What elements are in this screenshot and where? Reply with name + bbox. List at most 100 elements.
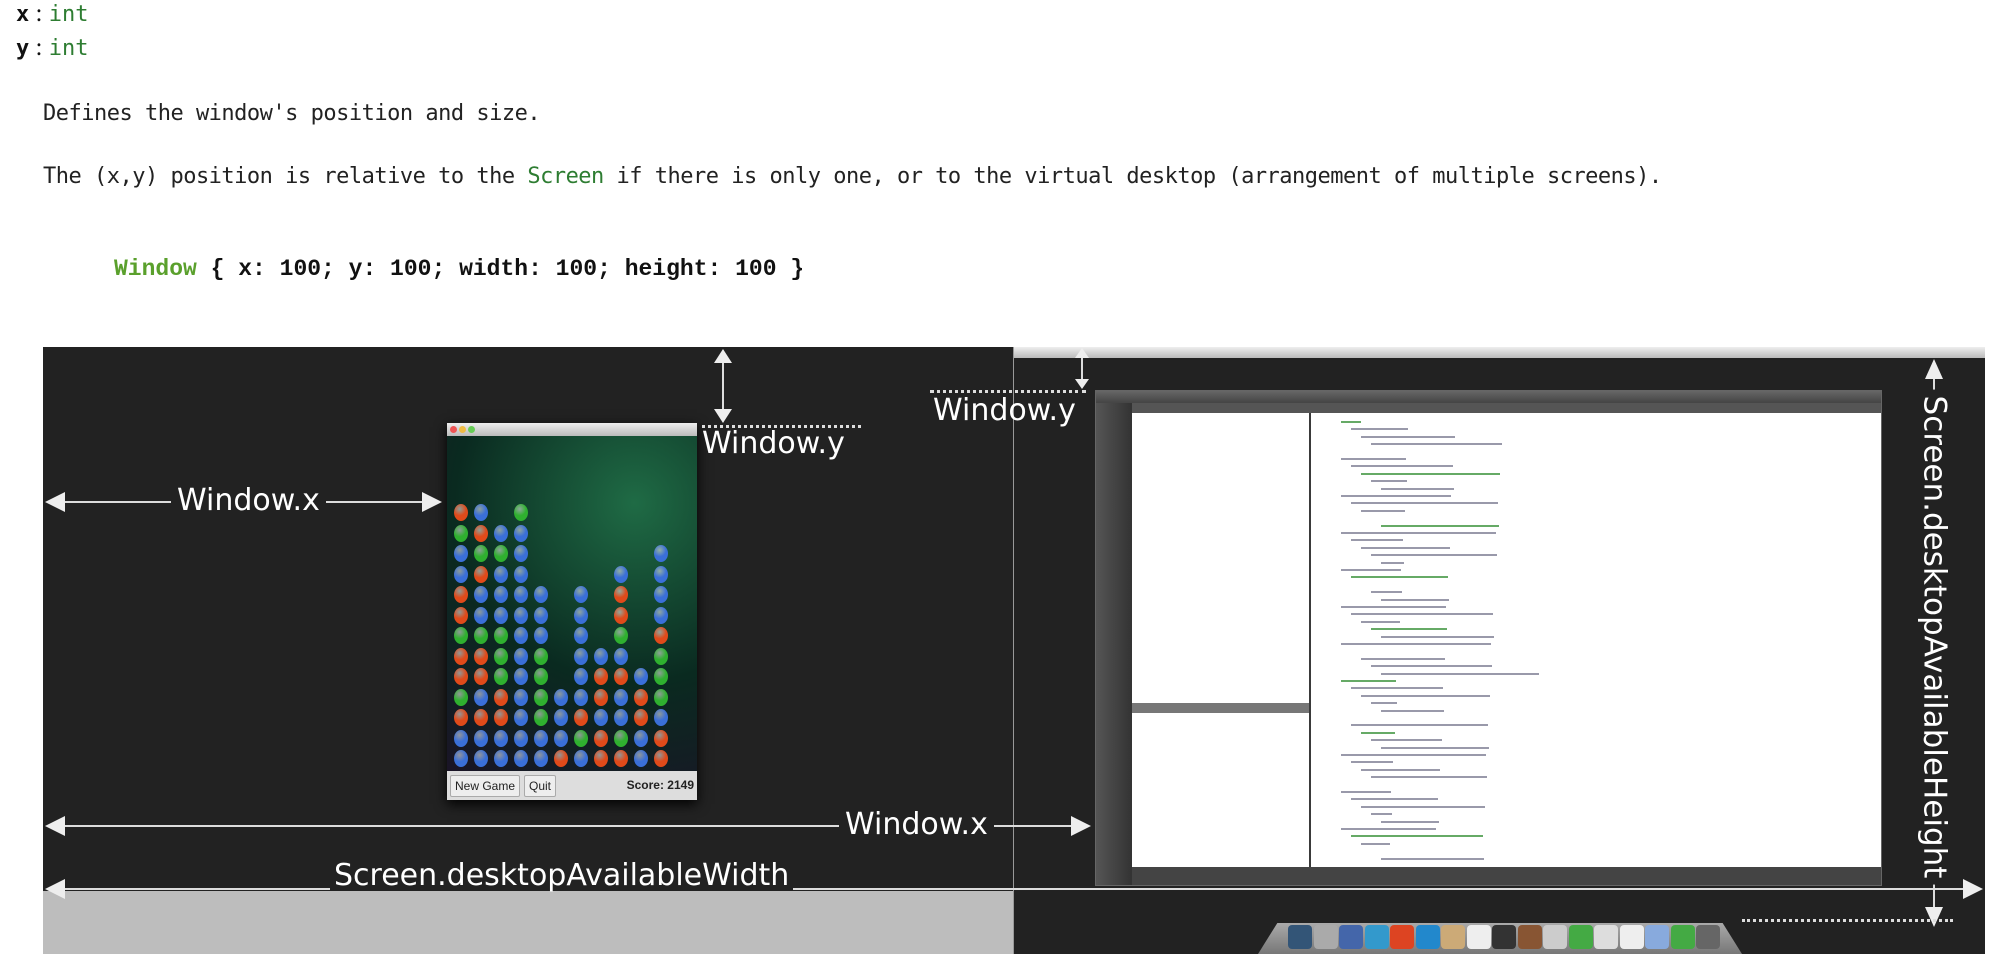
dock-app-icon[interactable] [1517,925,1542,949]
game-ball[interactable] [594,750,608,767]
dock-app-icon[interactable] [1492,925,1516,949]
dock-app-icon[interactable] [1619,925,1644,949]
game-ball[interactable] [594,709,608,726]
game-ball[interactable] [494,647,508,665]
property-type-link[interactable]: int [49,36,89,61]
dock-app-icon[interactable] [1313,925,1338,949]
game-ball[interactable] [494,545,508,562]
game-ball[interactable] [474,524,488,542]
game-ball[interactable] [534,729,548,747]
game-ball[interactable] [454,565,468,583]
game-ball[interactable] [454,504,468,521]
dock-app-icon[interactable] [1645,925,1669,949]
game-ball[interactable] [494,524,508,542]
game-ball[interactable] [654,545,668,562]
game-ball[interactable] [574,586,588,603]
new-game-button[interactable]: New Game [450,775,521,797]
game-ball[interactable] [454,668,468,685]
dock-app-icon[interactable] [1594,925,1618,949]
game-ball[interactable] [454,524,468,542]
game-ball[interactable] [454,627,468,644]
game-ball[interactable] [474,606,488,624]
game-ball[interactable] [614,586,628,603]
game-ball[interactable] [474,668,488,685]
game-ball[interactable] [534,647,548,665]
game-ball[interactable] [454,729,468,747]
game-ball[interactable] [654,729,668,747]
game-ball[interactable] [574,627,588,644]
game-ball[interactable] [614,565,628,583]
game-ball[interactable] [534,586,548,603]
game-ball[interactable] [514,504,528,521]
game-ball[interactable] [474,565,488,583]
game-ball[interactable] [594,668,608,685]
game-ball[interactable] [514,524,528,542]
dock-app-icon[interactable] [1696,925,1720,949]
dock-app-icon[interactable] [1543,925,1567,949]
game-ball[interactable] [554,709,568,726]
game-ball[interactable] [654,627,668,644]
game-ball[interactable] [634,688,648,706]
game-ball[interactable] [494,565,508,583]
dock-app-icon[interactable] [1466,925,1491,949]
game-ball[interactable] [634,729,648,747]
game-ball[interactable] [614,688,628,706]
game-ball[interactable] [654,565,668,583]
game-ball[interactable] [534,709,548,726]
screen-link[interactable]: Screen [527,164,604,189]
game-ball[interactable] [474,586,488,603]
game-ball[interactable] [594,647,608,665]
game-ball[interactable] [654,647,668,665]
dock-app-icon[interactable] [1339,925,1363,949]
quit-button[interactable]: Quit [524,775,557,797]
game-ball[interactable] [514,729,528,747]
game-ball[interactable] [614,627,628,644]
game-ball[interactable] [454,709,468,726]
game-ball[interactable] [474,709,488,726]
game-ball[interactable] [574,668,588,685]
game-ball[interactable] [514,586,528,603]
property-type-link[interactable]: int [49,2,89,27]
dock-app-icon[interactable] [1568,925,1593,949]
game-ball[interactable] [514,688,528,706]
game-ball[interactable] [454,586,468,603]
game-ball[interactable] [554,729,568,747]
dock-app-icon[interactable] [1441,925,1465,949]
game-ball[interactable] [614,729,628,747]
game-ball[interactable] [614,668,628,685]
dock-app-icon[interactable] [1364,925,1389,949]
game-ball[interactable] [454,647,468,665]
game-ball[interactable] [614,647,628,665]
game-ball[interactable] [614,750,628,767]
game-ball[interactable] [594,688,608,706]
game-ball[interactable] [654,688,668,706]
game-ball[interactable] [614,709,628,726]
game-ball[interactable] [654,668,668,685]
game-ball[interactable] [494,606,508,624]
game-ball[interactable] [574,606,588,624]
game-ball[interactable] [574,647,588,665]
game-ball[interactable] [514,627,528,644]
game-ball[interactable] [654,586,668,603]
game-ball[interactable] [534,688,548,706]
game-ball[interactable] [514,750,528,767]
game-ball[interactable] [514,668,528,685]
game-ball[interactable] [494,750,508,767]
game-ball[interactable] [514,606,528,624]
game-ball[interactable] [494,668,508,685]
game-ball[interactable] [534,627,548,644]
game-ball[interactable] [474,729,488,747]
game-ball[interactable] [514,545,528,562]
game-ball[interactable] [574,729,588,747]
game-ball[interactable] [534,606,548,624]
game-ball[interactable] [574,688,588,706]
game-ball[interactable] [494,729,508,747]
game-ball[interactable] [474,750,488,767]
game-ball[interactable] [574,750,588,767]
game-ball[interactable] [654,750,668,767]
game-ball[interactable] [634,709,648,726]
game-ball[interactable] [634,750,648,767]
dock-app-icon[interactable] [1415,925,1440,949]
game-ball[interactable] [614,606,628,624]
game-ball[interactable] [494,709,508,726]
